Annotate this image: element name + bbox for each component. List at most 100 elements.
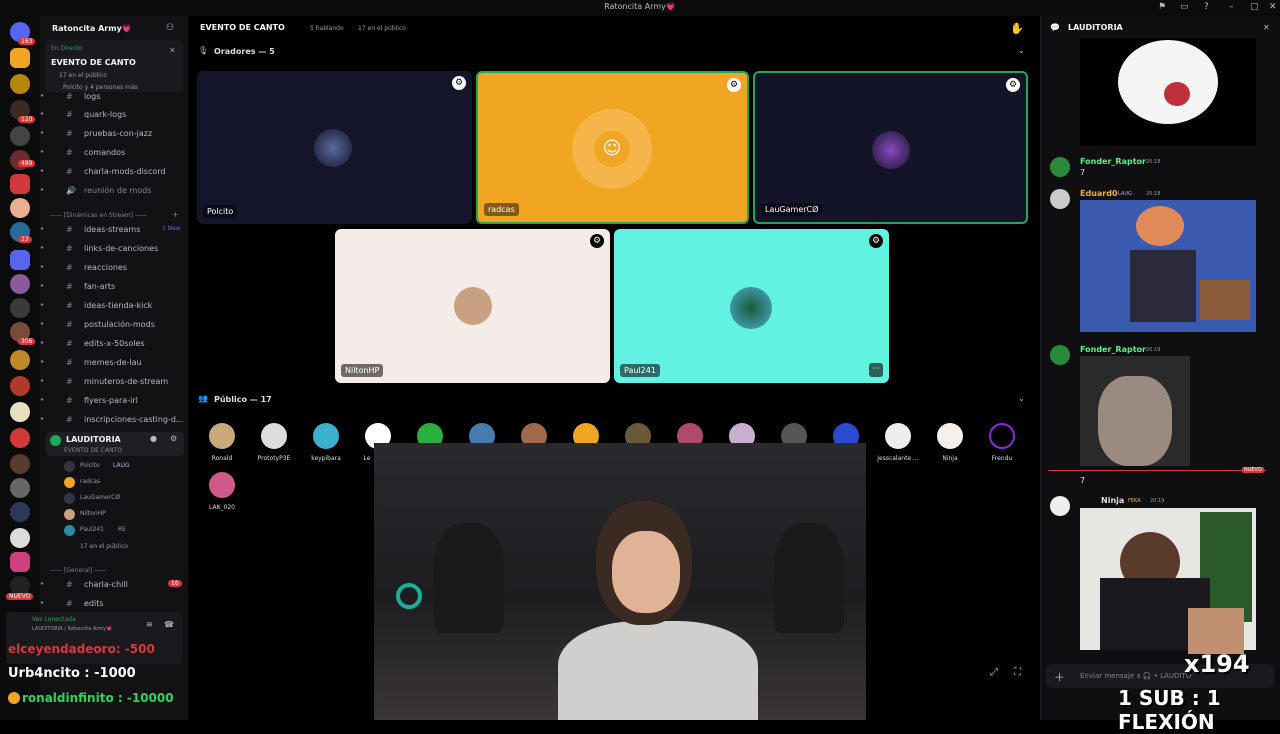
popout-icon[interactable]: ⤢ [990, 667, 998, 678]
server-icon[interactable] [10, 74, 30, 94]
channel-item[interactable]: ▸ # memes-de-lau [40, 358, 188, 374]
minimize-icon[interactable]: – [1229, 2, 1234, 12]
channel-item[interactable]: ▸ # ideas-streams 1 New [40, 225, 188, 241]
channel-item[interactable]: ▸ # reacciones [40, 263, 188, 279]
message-author[interactable]: Fonder_Raptor [1080, 157, 1146, 166]
settings-icon[interactable]: ⚙ [869, 234, 883, 248]
message-author[interactable]: Eduard0 [1080, 189, 1118, 198]
disconnect-icon[interactable]: ☎ [164, 620, 174, 629]
audience-avatar[interactable] [989, 423, 1015, 449]
speaker-tile[interactable]: ⚙ LauGamerCØ [753, 71, 1028, 224]
voice-user[interactable]: NiltonHP [80, 510, 106, 517]
channel-item[interactable]: ▸ # inscripciones-casting-d... [40, 415, 188, 431]
audience-avatar[interactable] [209, 472, 235, 498]
invite-icon[interactable]: ⚇ [166, 23, 174, 33]
channel-item[interactable]: ▸ # postulación-mods [40, 320, 188, 336]
channel-item[interactable]: ▸ # pruebas-con-jazz [40, 129, 188, 145]
server-icon[interactable] [10, 48, 30, 68]
voice-user[interactable]: Polcito [80, 462, 100, 469]
server-icon[interactable] [10, 478, 30, 498]
channel-item[interactable]: ▸ # charla-mods-discord [40, 167, 188, 183]
audience-avatar[interactable] [209, 423, 235, 449]
add-channel-icon[interactable]: + [172, 210, 179, 219]
settings-icon[interactable]: ⚙ [452, 76, 466, 90]
speaker-tile[interactable]: ⚙ Polcito [197, 71, 472, 224]
voice-audience[interactable]: 17 en el público [80, 543, 128, 550]
channel-item[interactable]: ▸ # links-de-canciones [40, 244, 188, 260]
audience-avatar[interactable] [937, 423, 963, 449]
inbox-icon[interactable]: ⚑ [1158, 2, 1166, 12]
server-icon[interactable] [10, 274, 30, 294]
server-icon[interactable] [10, 502, 30, 522]
live-event-card[interactable]: En Directo EVENTO DE CANTO 17 en el públ… [45, 40, 183, 92]
speaker-tile[interactable]: ⚙ Paul241 ··· [614, 229, 889, 383]
raise-hand-icon[interactable]: ✋ [1010, 22, 1024, 35]
settings-icon[interactable]: ⚙ [727, 78, 741, 92]
server-icon[interactable] [10, 198, 30, 218]
avatar [64, 509, 75, 520]
voice-user[interactable]: LauGamerCØ [80, 494, 120, 501]
maximize-icon[interactable]: ▢ [1250, 2, 1259, 12]
message-author[interactable]: Fonder_Raptor [1080, 345, 1146, 354]
avatar [64, 477, 75, 488]
close-icon[interactable]: ✕ [1269, 2, 1277, 12]
category-general[interactable]: —— [General] —— [50, 567, 106, 574]
settings-icon[interactable]: ⚙ [1006, 78, 1020, 92]
speaker-name: LauGamerCØ [761, 203, 823, 216]
channel-item[interactable]: ▸ # flyers-para-irl [40, 396, 188, 412]
channel-item[interactable]: ▸ # edits-x-50soles [40, 339, 188, 355]
attach-icon[interactable]: ＋ [1054, 669, 1065, 685]
voice-channel-item[interactable]: ▸ 🔊 reunión de mods [40, 186, 188, 202]
settings-icon[interactable]: ⚙ [170, 434, 177, 443]
server-icon[interactable] [10, 126, 30, 146]
server-name[interactable]: Ratoncita Army💗 [52, 24, 132, 33]
settings-icon[interactable]: ⚙ [590, 234, 604, 248]
voice-user[interactable]: Paul241 [80, 526, 104, 533]
gif-cat[interactable] [1080, 356, 1190, 466]
noise-icon[interactable]: ≋ [146, 620, 153, 629]
category-streams[interactable]: —— [Dinámicas en Stream] —— [50, 212, 147, 219]
server-icon[interactable] [10, 528, 30, 548]
speaker-tile[interactable]: ☺ ⚙ radcas [476, 71, 749, 224]
server-icon[interactable] [10, 298, 30, 318]
channel-item[interactable]: ▸ # minuteros-de-stream [40, 377, 188, 393]
speaker-name: radcas [484, 203, 519, 216]
audience-avatar[interactable] [885, 423, 911, 449]
channel-item[interactable]: ▸ # quark-logs [40, 110, 188, 126]
more-icon[interactable]: ··· [869, 363, 883, 377]
mic-icon: 🎙 [198, 46, 209, 55]
server-icon[interactable] [10, 350, 30, 370]
message-author[interactable]: Ninja [1101, 496, 1124, 505]
chevron-down-icon[interactable]: ⌄ [1018, 394, 1025, 403]
server-icon[interactable] [10, 428, 30, 448]
voice-user[interactable]: radcas [80, 478, 100, 485]
help-icon[interactable]: ? [1204, 2, 1209, 12]
fullscreen-icon[interactable]: ⛶ [1014, 667, 1021, 678]
close-icon[interactable]: ✕ [169, 46, 176, 55]
audience-avatar[interactable] [313, 423, 339, 449]
audience-count: 17 en el público [358, 25, 406, 32]
close-icon[interactable]: ✕ [1263, 23, 1270, 32]
new-badge: NUEVO [6, 593, 34, 600]
screen-icon[interactable]: ▭ [1180, 2, 1189, 12]
speaker-tile[interactable]: ⚙ NiltonHP [335, 229, 610, 383]
channel-item[interactable]: ▸ # charla-chill 16 [40, 580, 188, 596]
channel-item[interactable]: ▸ # fan-arts [40, 282, 188, 298]
gif-trollface[interactable] [1080, 38, 1256, 146]
badge-dm: 163 [18, 38, 36, 45]
server-icon[interactable] [10, 454, 30, 474]
gif-image[interactable] [1080, 200, 1256, 332]
channel-item[interactable]: ▸ # comandos [40, 148, 188, 164]
avatar [64, 525, 75, 536]
server-folder-icon[interactable] [10, 250, 30, 270]
server-icon[interactable] [10, 174, 30, 194]
server-icon[interactable] [10, 376, 30, 396]
channel-item[interactable]: ▸ # logs [40, 92, 188, 108]
chevron-down-icon[interactable]: ⌄ [1018, 46, 1025, 55]
audience-avatar[interactable] [261, 423, 287, 449]
chat-icon[interactable]: ● [150, 434, 157, 443]
channel-item[interactable]: ▸ # ideas-tienda-kick [40, 301, 188, 317]
voice-channel-sub: EVENTO DE CANTO [64, 447, 122, 454]
server-icon[interactable] [10, 552, 30, 572]
server-icon[interactable] [10, 402, 30, 422]
